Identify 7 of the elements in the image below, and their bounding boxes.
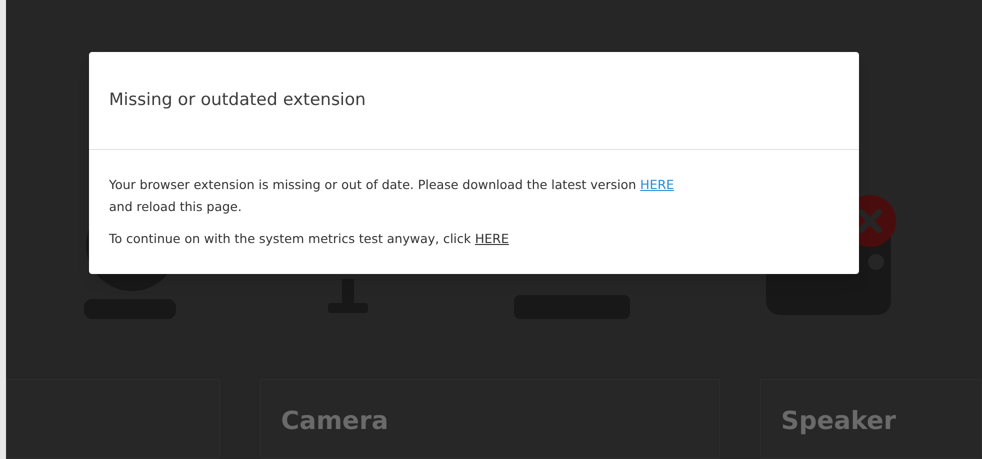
- here-link[interactable]: HERE: [640, 177, 674, 192]
- modal-title: Missing or outdated extension: [109, 88, 366, 112]
- card-title: Speaker: [781, 406, 896, 436]
- modal-paragraph: To continue on with the system metrics test anyway, click HERE: [109, 230, 510, 248]
- modal-paragraph: Your browser extension is missing or out of date. Please download the latest version HERE and reload this page.: [109, 176, 676, 216]
- here-link[interactable]: HERE: [474, 231, 509, 246]
- card-title: Camera: [281, 406, 388, 436]
